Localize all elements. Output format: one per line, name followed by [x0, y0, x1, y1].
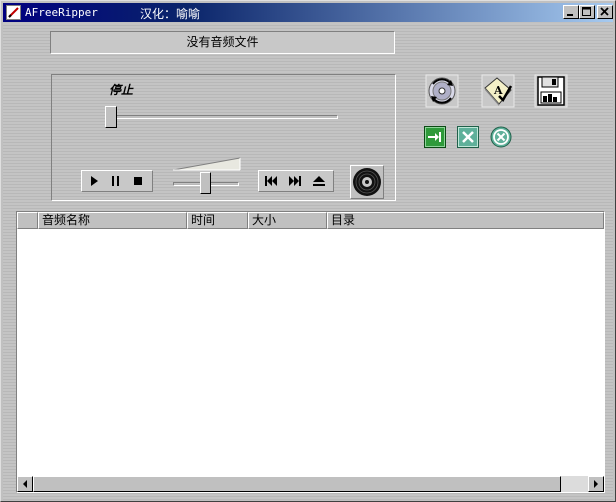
- volume-level-wedge: [173, 157, 241, 171]
- client-area: 没有音频文件 停止 A 音频名称 时间 大小 目录: [3, 23, 613, 500]
- list-body[interactable]: [17, 229, 604, 476]
- arrow-left-icon: [23, 480, 27, 488]
- scroll-left-button[interactable]: [17, 476, 33, 492]
- volume-slider-thumb[interactable]: [200, 172, 211, 194]
- eject-button[interactable]: [310, 173, 328, 189]
- audio-file-list[interactable]: 音频名称 时间 大小 目录: [16, 211, 605, 493]
- maximize-button[interactable]: [579, 5, 595, 19]
- save-button[interactable]: [534, 74, 568, 108]
- clear-circle-x-icon: [490, 126, 512, 148]
- app-icon[interactable]: [6, 5, 21, 20]
- tag-edit-icon: A: [481, 74, 515, 108]
- scroll-right-button[interactable]: [588, 476, 604, 492]
- eject-icon: [313, 176, 325, 186]
- column-header-audio-name[interactable]: 音频名称: [38, 212, 187, 229]
- clear-list-button[interactable]: [490, 126, 512, 148]
- minimize-button[interactable]: [563, 5, 579, 19]
- pause-icon: [112, 176, 119, 186]
- pause-button[interactable]: [108, 173, 126, 189]
- window-subtitle: 汉化：喻喻: [140, 7, 201, 21]
- remove-file-button[interactable]: [457, 126, 479, 148]
- floppy-save-icon: [534, 74, 568, 108]
- player-panel: 停止: [51, 74, 396, 201]
- status-message: 没有音频文件: [50, 31, 395, 54]
- skip-back-icon: [265, 176, 277, 186]
- disc-icon: [353, 168, 381, 196]
- column-header-checkbox[interactable]: [17, 212, 38, 229]
- play-button[interactable]: [86, 173, 104, 189]
- column-header-time[interactable]: 时间: [187, 212, 248, 229]
- previous-track-button[interactable]: [262, 173, 280, 189]
- scrollbar-thumb[interactable]: [33, 476, 561, 492]
- position-slider-thumb[interactable]: [105, 106, 117, 128]
- play-icon: [91, 176, 98, 186]
- cd-refresh-icon: [425, 74, 459, 108]
- list-header: 音频名称 时间 大小 目录: [17, 212, 604, 229]
- skip-forward-icon: [289, 176, 301, 186]
- column-header-size[interactable]: 大小: [248, 212, 327, 229]
- window-title: AFreeRipper: [25, 6, 98, 19]
- remove-x-icon: [457, 126, 479, 148]
- add-arrow-icon: [424, 126, 446, 148]
- cd-rip-button[interactable]: [425, 74, 459, 108]
- disc-button[interactable]: [350, 165, 384, 199]
- arrow-right-icon: [594, 480, 598, 488]
- player-state-label: 停止: [109, 83, 134, 97]
- main-window: AFreeRipper 汉化：喻喻 没有音频文件 停止 A 音频名称 时间 大小…: [0, 0, 616, 502]
- close-button[interactable]: [597, 5, 613, 19]
- add-files-button[interactable]: [424, 126, 446, 148]
- transport-controls: [81, 170, 153, 192]
- column-header-directory[interactable]: 目录: [327, 212, 604, 229]
- tag-edit-button[interactable]: A: [481, 74, 515, 108]
- svg-text:A: A: [493, 84, 503, 97]
- stop-button[interactable]: [130, 173, 148, 189]
- title-bar[interactable]: AFreeRipper 汉化：喻喻: [3, 3, 613, 22]
- stop-icon: [134, 177, 142, 185]
- position-slider-track[interactable]: [112, 115, 338, 119]
- horizontal-scrollbar[interactable]: [17, 476, 604, 492]
- next-track-button[interactable]: [286, 173, 304, 189]
- track-navigation: [258, 170, 334, 192]
